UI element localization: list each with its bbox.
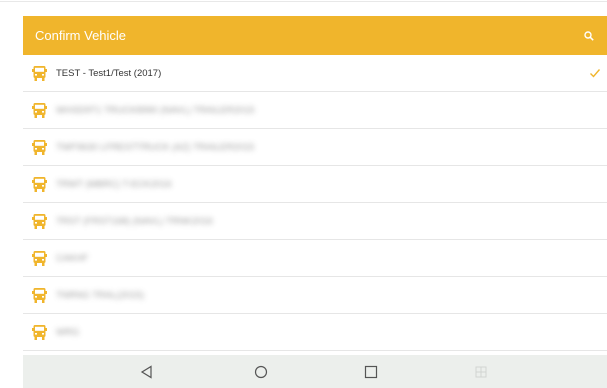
vehicle-label: WHSD9T1 TRUCK8990 (NAVL) TRAILER2015 xyxy=(56,104,255,116)
vehicle-label: TEST - Test1/Test (2017) xyxy=(56,67,162,79)
bus-icon xyxy=(32,139,47,156)
bus-icon xyxy=(32,102,47,119)
list-item[interactable]: TWF9630 LFRESTTRUCK (AZ) TRAILER2015 xyxy=(23,129,607,166)
vehicle-label: WRG xyxy=(56,326,80,338)
back-triangle-icon[interactable] xyxy=(138,363,156,381)
list-item[interactable]: TNRNG TRAL(2015) xyxy=(23,277,607,314)
search-icon[interactable] xyxy=(583,30,595,42)
top-divider xyxy=(0,1,607,2)
bus-icon xyxy=(32,287,47,304)
recents-square-icon[interactable] xyxy=(362,363,380,381)
bus-icon xyxy=(32,213,47,230)
vehicle-label: CAKHF xyxy=(56,252,89,264)
list-item[interactable]: TEST - Test1/Test (2017) xyxy=(23,55,607,92)
list-item[interactable]: CAKHF xyxy=(23,240,607,277)
vehicle-list: TEST - Test1/Test (2017) WHSD9T1 TRUCK899… xyxy=(23,55,607,351)
bus-icon xyxy=(32,176,47,193)
vehicle-label: TRWT (MBRC) T-ECK2016 xyxy=(56,178,172,190)
grid-icon[interactable] xyxy=(472,363,490,381)
vehicle-label: TWF9630 LFRESTTRUCK (AZ) TRAILER2015 xyxy=(56,141,255,153)
bus-icon xyxy=(32,324,47,341)
bus-icon xyxy=(32,250,47,267)
app-bar: Confirm Vehicle xyxy=(23,16,607,55)
vehicle-label: TRST (FRST168) (NAVL) TRNK2016 xyxy=(56,215,213,227)
bus-icon xyxy=(32,65,47,82)
list-item[interactable]: WHSD9T1 TRUCK8990 (NAVL) TRAILER2015 xyxy=(23,92,607,129)
list-item[interactable]: TRST (FRST168) (NAVL) TRNK2016 xyxy=(23,203,607,240)
page-title: Confirm Vehicle xyxy=(35,28,127,43)
system-nav-bar xyxy=(23,355,607,388)
check-icon xyxy=(589,66,601,78)
vehicle-label: TNRNG TRAL(2015) xyxy=(56,289,144,301)
home-circle-icon[interactable] xyxy=(252,363,270,381)
list-item[interactable]: WRG xyxy=(23,314,607,351)
list-item[interactable]: TRWT (MBRC) T-ECK2016 xyxy=(23,166,607,203)
